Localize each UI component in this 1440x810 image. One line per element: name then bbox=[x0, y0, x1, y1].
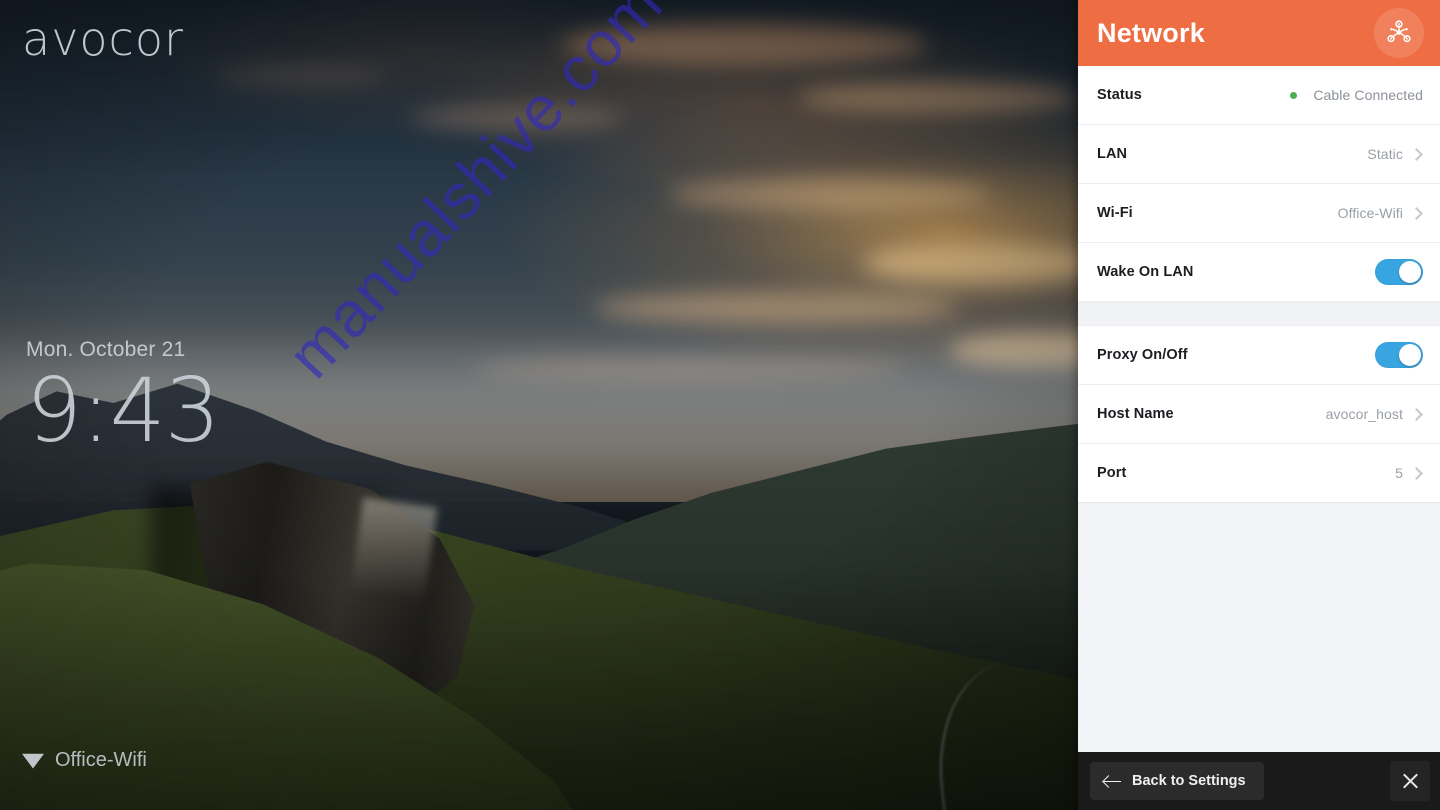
list-section-divider bbox=[1078, 302, 1440, 326]
row-label: Port bbox=[1097, 465, 1127, 481]
row-value: Static bbox=[1367, 146, 1403, 162]
proxy-toggle[interactable] bbox=[1375, 342, 1423, 368]
chevron-right-icon bbox=[1410, 206, 1423, 220]
row-label: Wi-Fi bbox=[1097, 205, 1133, 221]
chevron-right-icon bbox=[1410, 407, 1423, 421]
arrow-left-icon bbox=[1104, 773, 1121, 790]
row-label: LAN bbox=[1097, 146, 1128, 162]
settings-row-host-name[interactable]: Host Name avocor_host bbox=[1078, 385, 1440, 444]
row-value: avocor_host bbox=[1325, 406, 1403, 422]
network-settings-panel: Network Status Cable Connected LAN Stati… bbox=[1078, 0, 1440, 810]
wifi-signal-icon bbox=[22, 753, 44, 769]
toggle-knob bbox=[1399, 344, 1421, 366]
back-to-settings-button[interactable]: Back to Settings bbox=[1090, 762, 1264, 800]
settings-row-status[interactable]: Status Cable Connected bbox=[1078, 66, 1440, 125]
row-label: Host Name bbox=[1097, 406, 1174, 422]
settings-row-port[interactable]: Port 5 bbox=[1078, 444, 1440, 503]
row-value-group: 5 bbox=[1395, 465, 1423, 481]
panel-footer: Back to Settings bbox=[1078, 752, 1440, 810]
toggle-knob bbox=[1399, 261, 1421, 283]
row-value-group: Static bbox=[1367, 146, 1423, 162]
settings-row-wifi[interactable]: Wi-Fi Office-Wifi bbox=[1078, 184, 1440, 243]
settings-list: Status Cable Connected LAN Static Wi-Fi … bbox=[1078, 66, 1440, 503]
settings-row-proxy[interactable]: Proxy On/Off bbox=[1078, 326, 1440, 385]
row-value-group: Office-Wifi bbox=[1338, 205, 1423, 221]
chevron-right-icon bbox=[1410, 147, 1423, 161]
row-value: Office-Wifi bbox=[1337, 205, 1403, 221]
status-dot-icon bbox=[1290, 91, 1298, 99]
back-button-label: Back to Settings bbox=[1132, 773, 1246, 789]
close-icon bbox=[1401, 772, 1420, 791]
status-badge: Cable Connected bbox=[1313, 87, 1423, 103]
chevron-right-icon bbox=[1410, 466, 1423, 480]
row-value: 5 bbox=[1395, 465, 1403, 481]
close-button[interactable] bbox=[1390, 761, 1430, 801]
wifi-network-name: Office-Wifi bbox=[55, 749, 147, 771]
wifi-status-indicator[interactable]: Office-Wifi bbox=[22, 749, 147, 772]
wake-on-lan-toggle[interactable] bbox=[1375, 259, 1423, 285]
time-label: 9:43 bbox=[26, 359, 221, 462]
row-value-group: Cable Connected bbox=[1290, 87, 1423, 103]
network-nodes-icon bbox=[1374, 8, 1424, 58]
row-label: Status bbox=[1097, 87, 1142, 103]
panel-empty-area bbox=[1078, 503, 1440, 752]
avocor-logo: avocor bbox=[22, 12, 184, 66]
panel-header: Network bbox=[1078, 0, 1440, 66]
row-label: Wake On LAN bbox=[1097, 264, 1194, 280]
settings-row-wake-on-lan[interactable]: Wake On LAN bbox=[1078, 243, 1440, 302]
page-title: Network bbox=[1097, 17, 1205, 48]
row-value-group: avocor_host bbox=[1326, 406, 1423, 422]
settings-row-lan[interactable]: LAN Static bbox=[1078, 125, 1440, 184]
row-label: Proxy On/Off bbox=[1097, 347, 1188, 363]
lock-screen-clock: Mon. October 21 9:43 bbox=[26, 338, 221, 462]
